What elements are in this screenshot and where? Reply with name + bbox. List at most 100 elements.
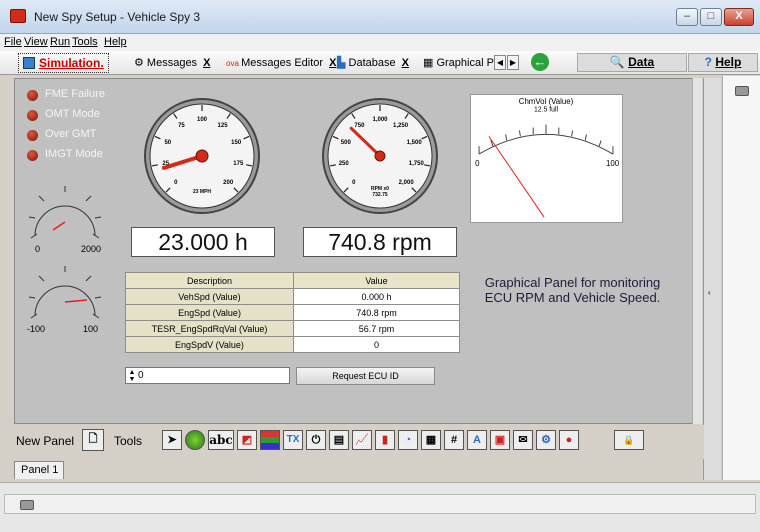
- gauge-tick-label: 100: [197, 117, 208, 123]
- hash-tool-icon[interactable]: #: [444, 430, 464, 450]
- tab-graphical-panel-label: Graphical P: [436, 57, 494, 69]
- chart-title: ChmVol (Value): [519, 97, 574, 106]
- splitter-left-icon[interactable]: ‹: [708, 288, 711, 297]
- help-icon: ?: [704, 55, 716, 69]
- label-tool-icon[interactable]: A: [467, 430, 487, 450]
- tab-messages-editor[interactable]: ova Messages Editor X: [226, 54, 336, 72]
- stop-tool-icon[interactable]: ●: [559, 430, 579, 450]
- table-row[interactable]: EngSpdV (Value) 0: [125, 336, 460, 353]
- database-icon: ▙: [337, 57, 349, 69]
- menu-view[interactable]: View: [24, 36, 48, 48]
- tab-messages[interactable]: ⚙ Messages X: [134, 54, 210, 72]
- knob-2[interactable]: -100 100: [25, 264, 105, 336]
- canvas-vertical-scrollbar[interactable]: [692, 78, 702, 424]
- rpm-gauge: 02505007501,0001,2501,5001,7502,000 RPM …: [322, 98, 438, 214]
- camera-icon[interactable]: [735, 86, 749, 96]
- new-panel-button[interactable]: 🗋: [82, 429, 104, 451]
- chart-tool-icon[interactable]: ◩: [237, 430, 257, 450]
- tab-panel-1[interactable]: Panel 1: [14, 461, 64, 479]
- close-button[interactable]: X: [724, 8, 754, 26]
- gauge-tick-label: 500: [341, 140, 352, 146]
- maximize-button[interactable]: □: [700, 8, 722, 26]
- fme-failure-label: FME Failure: [45, 88, 105, 100]
- tools-label: Tools: [114, 434, 143, 448]
- speed-gauge: 0255075100125150175200 23 MPH: [144, 98, 260, 214]
- pointer-tool-icon[interactable]: ➤: [162, 430, 182, 450]
- knob-1-min: 0: [35, 244, 40, 254]
- right-panel: [722, 76, 760, 480]
- tx-tool-icon[interactable]: TX: [283, 430, 303, 450]
- tools-toolbar: New Panel 🗋 Tools ➤ abc ◩ TX ⏻ ▤ 📈 ▮ ◔ ▦…: [14, 425, 704, 459]
- spinner-input[interactable]: ▲ ▼ 0: [125, 367, 290, 384]
- gauge-tool-icon[interactable]: ◔: [398, 430, 418, 450]
- data-button[interactable]: 🔍 Data: [577, 53, 687, 72]
- tab-scroll-left-icon[interactable]: ◀: [494, 55, 506, 70]
- tab-messages-editor-close[interactable]: X: [329, 57, 336, 69]
- settings-tool-icon[interactable]: ⚙: [536, 430, 556, 450]
- request-ecu-id-button[interactable]: Request ECU ID: [296, 367, 435, 385]
- chart-needle: [488, 136, 545, 218]
- panel-caption: Graphical Panel for monitoring ECU RPM a…: [484, 275, 661, 305]
- imgt-mode-label: IMGT Mode: [45, 148, 103, 160]
- simulation-label: Simulation.: [39, 56, 104, 70]
- data-icon: 🔍: [609, 55, 629, 69]
- over-gmt-led-icon: [27, 130, 38, 141]
- side-splitter[interactable]: ‹: [703, 78, 721, 480]
- table-cell-value: 56.7 rpm: [293, 320, 460, 337]
- table-cell-description: EngSpd (Value): [125, 304, 294, 321]
- back-arrow-icon[interactable]: ←: [531, 53, 549, 71]
- status-camera-icon[interactable]: [20, 500, 34, 510]
- status-bar: [4, 494, 756, 514]
- menu-help[interactable]: Help: [104, 36, 127, 48]
- title-bar: New Spy Setup - Vehicle Spy 3 – □ X: [0, 0, 760, 34]
- new-panel-label: New Panel: [16, 434, 75, 448]
- new-page-icon: 🗋: [88, 433, 98, 445]
- minimize-button[interactable]: –: [676, 8, 698, 26]
- tab-messages-label: Messages: [146, 57, 198, 69]
- image-tool-icon[interactable]: ▣: [490, 430, 510, 450]
- power-tool-icon[interactable]: ⏻: [306, 430, 326, 450]
- bargraph-tool-icon[interactable]: ▮: [375, 430, 395, 450]
- window-title: New Spy Setup - Vehicle Spy 3: [34, 10, 201, 24]
- table-tool-icon[interactable]: ▦: [421, 430, 441, 450]
- gauge-tick-label: 1,000: [372, 117, 388, 123]
- rpm-readout: 740.8 rpm: [303, 227, 457, 257]
- lock-tool-icon[interactable]: 🔒: [614, 430, 644, 450]
- table-row[interactable]: TESR_EngSpdRqVal (Value) 56.7 rpm: [125, 320, 460, 337]
- gauge-tick-label: 750: [354, 123, 365, 129]
- gauge-tick-label: 2,000: [399, 180, 415, 186]
- tab-scroll-right-icon[interactable]: ▶: [507, 55, 519, 70]
- tab-bar: Simulation. ⚙ Messages X ova Messages Edi…: [0, 51, 760, 75]
- tab-messages-close[interactable]: X: [203, 57, 210, 69]
- graphical-panel-canvas: FME Failure OMT Mode Over GMT IMGT Mode …: [14, 78, 700, 424]
- simulation-button[interactable]: Simulation.: [18, 53, 109, 73]
- chart-max-label: 100: [606, 159, 620, 168]
- data-button-label: Data: [628, 55, 655, 69]
- bar-tool-icon[interactable]: [260, 430, 280, 450]
- led-tool-icon[interactable]: [185, 430, 205, 450]
- tab-graphical-panel[interactable]: ▦ Graphical P: [423, 54, 494, 72]
- table-cell-value: 740.8 rpm: [293, 304, 460, 321]
- simulation-icon: [23, 57, 35, 69]
- menu-file[interactable]: File: [4, 36, 22, 48]
- tab-database[interactable]: ▙ Database X: [337, 54, 409, 72]
- knob-1[interactable]: 0 2000: [25, 184, 105, 256]
- keypad-tool-icon[interactable]: ▤: [329, 430, 349, 450]
- help-button[interactable]: ? Help: [688, 53, 758, 72]
- text-tool-icon[interactable]: abc: [208, 430, 234, 450]
- menu-tools[interactable]: Tools: [72, 36, 98, 48]
- tab-database-label: Database: [348, 57, 396, 69]
- gauge-tick-label: 75: [178, 123, 185, 129]
- graph-tool-icon[interactable]: 📈: [352, 430, 372, 450]
- gauge-tick-label: 175: [233, 161, 244, 167]
- menu-run[interactable]: Run: [50, 36, 70, 48]
- table-row[interactable]: VehSpd (Value) 0.000 h: [125, 288, 460, 305]
- table-row[interactable]: EngSpd (Value) 740.8 rpm: [125, 304, 460, 321]
- tab-database-close[interactable]: X: [402, 57, 409, 69]
- gauge-tick-label: 150: [231, 140, 242, 146]
- gauge-tick-label: 1,500: [407, 140, 423, 146]
- spinner-arrows-icon[interactable]: ▲ ▼: [126, 368, 138, 383]
- messages-editor-icon: ova: [226, 59, 242, 68]
- messages-icon: ⚙: [134, 57, 147, 69]
- message-tool-icon[interactable]: ✉: [513, 430, 533, 450]
